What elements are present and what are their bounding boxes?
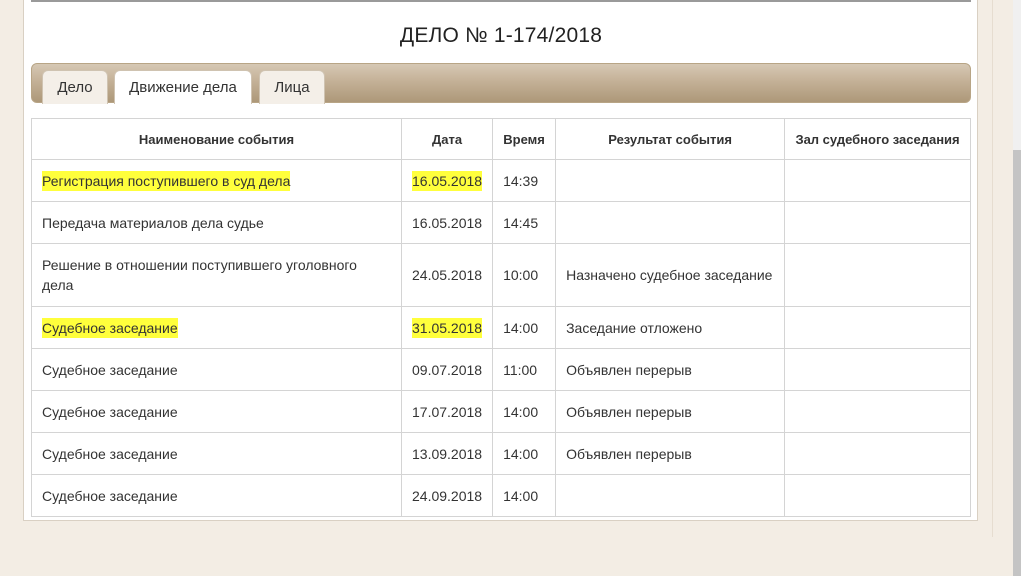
event-date-cell: 31.05.2018 — [400, 306, 494, 349]
event-name: Судебное заседание — [31, 348, 402, 391]
top-divider — [31, 0, 971, 2]
event-name: Регистрация поступившего в суд дела — [42, 170, 291, 191]
event-result — [555, 474, 786, 517]
tab-case-movement[interactable]: Движение дела — [114, 70, 252, 104]
event-date: 24.05.2018 — [400, 243, 494, 307]
table-row: Судебное заседание 24.09.2018 14:00 — [31, 474, 971, 517]
event-name: Судебное заседание — [31, 432, 402, 475]
header-event-name: Наименование события — [31, 118, 402, 160]
event-hall — [784, 432, 971, 475]
event-name-cell: Судебное заседание — [31, 306, 402, 349]
case-title: ДЕЛО № 1-174/2018 — [399, 24, 603, 47]
event-date: 17.07.2018 — [400, 390, 494, 433]
event-result: Назначено судебное заседание — [555, 243, 786, 307]
table-row: Передача материалов дела судье 16.05.201… — [31, 201, 971, 244]
event-hall — [784, 390, 971, 433]
event-date: 16.05.2018 — [400, 201, 494, 244]
event-time: 14:00 — [492, 390, 557, 433]
event-hall — [784, 348, 971, 391]
event-date: 31.05.2018 — [412, 317, 483, 338]
tab-persons[interactable]: Лица — [259, 70, 325, 104]
event-time: 14:00 — [492, 474, 557, 517]
table-row: Судебное заседание 09.07.2018 11:00 Объя… — [31, 348, 971, 391]
event-date: 09.07.2018 — [400, 348, 494, 391]
event-hall — [784, 474, 971, 517]
event-hall — [784, 159, 971, 202]
header-time: Время — [492, 118, 557, 160]
event-hall — [784, 306, 971, 349]
event-name: Судебное заседание — [42, 317, 178, 338]
tab-delo[interactable]: Дело — [42, 70, 108, 104]
event-result: Заседание отложено — [555, 306, 786, 349]
event-name: Судебное заседание — [31, 474, 402, 517]
event-date-cell: 16.05.2018 — [400, 159, 494, 202]
tab-bar: Дело Движение дела Лица — [31, 63, 971, 104]
event-result: Объявлен перерыв — [555, 432, 786, 475]
event-time: 14:39 — [492, 159, 557, 202]
event-name: Передача материалов дела судье — [31, 201, 402, 244]
event-time: 14:00 — [492, 432, 557, 475]
event-result: Объявлен перерыв — [555, 348, 786, 391]
table-row: Судебное заседание 13.09.2018 14:00 Объя… — [31, 432, 971, 475]
events-table: Наименование события Дата Время Результа… — [31, 118, 971, 517]
table-row: Решение в отношении поступившего уголовн… — [31, 243, 971, 307]
header-result: Результат события — [555, 118, 786, 160]
event-result — [555, 159, 786, 202]
event-hall — [784, 201, 971, 244]
table-row: Судебное заседание 17.07.2018 14:00 Объя… — [31, 390, 971, 433]
event-time: 14:00 — [492, 306, 557, 349]
event-time: 10:00 — [492, 243, 557, 307]
header-hall: Зал судебного заседания — [784, 118, 971, 160]
event-name-cell: Регистрация поступившего в суд дела — [31, 159, 402, 202]
event-date: 16.05.2018 — [412, 170, 483, 191]
table-row: Регистрация поступившего в суд дела 16.0… — [31, 159, 971, 202]
event-result: Объявлен перерыв — [555, 390, 786, 433]
scrollbar-track[interactable] — [1013, 0, 1021, 576]
event-name: Решение в отношении поступившего уголовн… — [31, 243, 402, 307]
event-result — [555, 201, 786, 244]
event-time: 11:00 — [492, 348, 557, 391]
header-date: Дата — [400, 118, 494, 160]
table-header-row: Наименование события Дата Время Результа… — [31, 118, 971, 160]
event-hall — [784, 243, 971, 307]
table-row: Судебное заседание 31.05.2018 14:00 Засе… — [31, 306, 971, 349]
event-date: 13.09.2018 — [400, 432, 494, 475]
scrollbar-thumb[interactable] — [1013, 150, 1021, 576]
event-time: 14:45 — [492, 201, 557, 244]
event-date: 24.09.2018 — [400, 474, 494, 517]
event-name: Судебное заседание — [31, 390, 402, 433]
